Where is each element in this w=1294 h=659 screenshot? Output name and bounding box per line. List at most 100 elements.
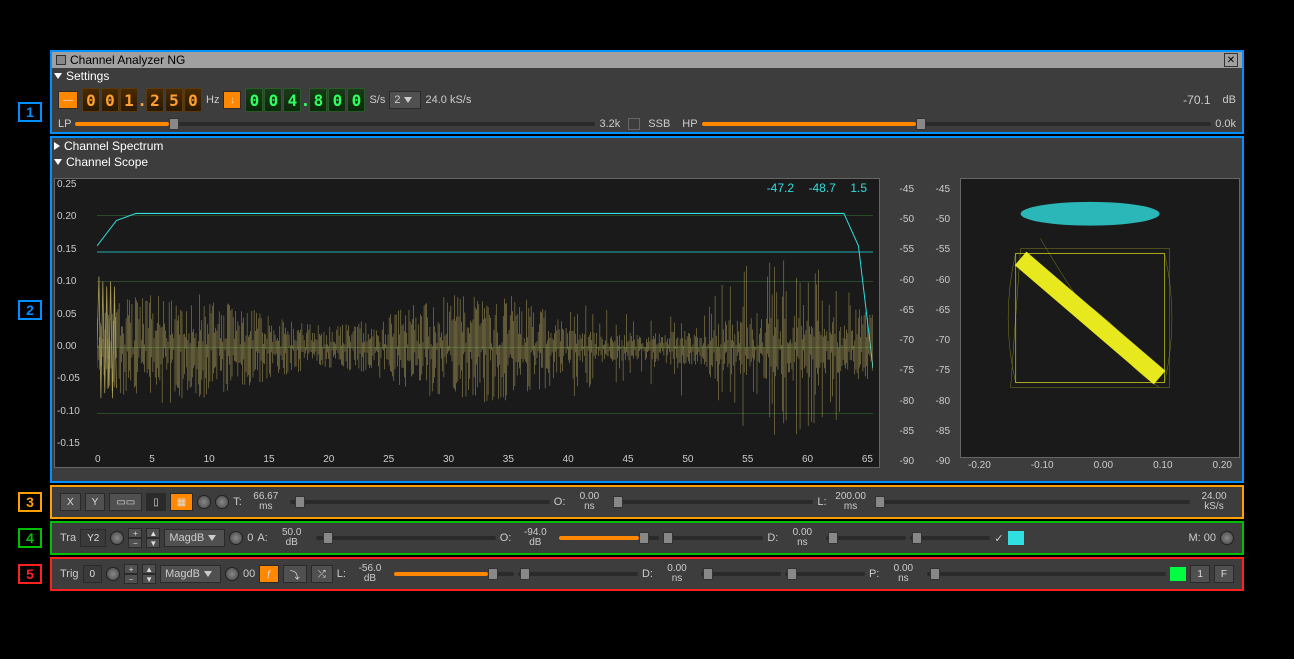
trace-delay-fine[interactable] [910,536,990,540]
display-mode-1[interactable]: ▭▭ [109,493,142,511]
trig-delay-coarse[interactable] [701,572,781,576]
trace-offset-label: O: [500,532,512,544]
trig-delay-fine[interactable] [785,572,865,576]
trace-delay-value: 0.00ns [782,528,822,548]
trig-level-coarse[interactable] [394,572,514,576]
trig-label: Trig [60,568,79,580]
section-label-3: 3 [18,492,42,512]
offset-slider[interactable] [613,500,813,504]
edge-falling-icon[interactable]: ⤵ [283,565,307,583]
y-button[interactable]: Y [85,493,106,511]
offset-value: 0.00ns [569,492,609,512]
trace-mode-select[interactable]: MagdB [164,529,225,547]
trace-offset-value: -94.0dB [515,528,555,548]
xy-x-axis: -0.20-0.100.00 0.100.20 [960,458,1240,473]
trig-pre-slider[interactable] [927,572,1166,576]
power-toggle[interactable]: — [58,91,78,109]
edge-rising-icon[interactable]: ƒ [259,565,279,583]
length-slider[interactable] [875,500,1190,504]
hp-value: 0.0k [1215,118,1236,130]
trace-delay-label: D: [767,532,778,544]
trace-label: Tra [60,532,76,544]
trace-color-swatch[interactable] [1008,531,1024,545]
trace-y2-button[interactable]: Y2 [80,529,106,547]
trig-index-button[interactable]: 0 [83,565,103,583]
trace-index: 0 [247,532,253,544]
display-mode-2[interactable]: ▯ [146,493,166,511]
xy-plot[interactable] [960,178,1240,458]
length-value: 200.00ms [831,492,871,512]
time-value: 66.67ms [246,492,286,512]
close-icon[interactable]: ✕ [1224,53,1238,67]
rate-display[interactable]: 0 0 4 . 8 0 0 [245,88,365,112]
settings-header[interactable]: Settings [52,68,1242,84]
time-label: T: [233,496,242,508]
trig-pre-value: 0.00ns [883,564,923,584]
trig-knob[interactable] [225,567,239,581]
window-title: Channel Analyzer NG [70,53,185,67]
db-scale-2: -45-50-55 -60-65-70 -75-80-85 -90 [924,178,952,473]
trig-add-remove[interactable]: +− [124,564,138,584]
amp-value: 50.0dB [272,528,312,548]
power-unit: dB [1223,94,1236,106]
trig-level-label: L: [337,568,346,580]
decimation-select[interactable]: 2 [389,91,421,109]
lp-slider[interactable] [75,122,595,126]
trig-select-knob[interactable] [106,567,120,581]
memory-label: M: 00 [1188,532,1216,544]
trig-color-swatch[interactable] [1170,567,1186,581]
lp-label: LP [58,118,71,130]
x-button[interactable]: X [60,493,81,511]
memory-knob[interactable] [1220,531,1234,545]
lp-value: 3.2k [599,118,620,130]
trig-free-button[interactable]: F [1214,565,1234,583]
ssb-label: SSB [648,118,670,130]
trig-delay-label: D: [642,568,653,580]
trace-select-knob[interactable] [110,531,124,545]
hp-label: HP [682,118,697,130]
hp-slider[interactable] [702,122,1212,126]
trace-delay-coarse[interactable] [826,536,906,540]
frequency-display[interactable]: 0 0 1 . 2 5 0 [82,88,202,112]
trig-delay-value: 0.00ns [657,564,697,584]
trace-add-remove[interactable]: +− [128,528,142,548]
ssb-checkbox[interactable] [628,118,640,130]
scope-header[interactable]: Channel Scope [52,154,1242,170]
amp-label: A: [257,532,267,544]
trace-offset-coarse[interactable] [559,536,659,540]
length-label: L: [817,496,826,508]
trig-one-button[interactable]: 1 [1190,565,1210,583]
waveform-plot[interactable]: 0.250.200.15 0.100.050.00 -0.05-0.10-0.1… [54,178,880,468]
y-axis: 0.250.200.15 0.100.050.00 -0.05-0.10-0.1… [57,179,89,449]
actual-rate: 24.0 kS/s [425,94,471,106]
offset-label: O: [554,496,566,508]
sample-rate: 24.00kS/s [1194,492,1234,512]
window-title-bar: Channel Analyzer NG ✕ [52,52,1242,68]
trig-level-fine[interactable] [518,572,638,576]
edge-both-icon[interactable]: ⤮ [311,565,333,583]
section-label-2: 2 [18,300,42,320]
scope-overlay: -47.2 -48.7 1.5 [767,181,867,195]
section-label-5: 5 [18,564,42,584]
trig-mode-select[interactable]: MagdB [160,565,221,583]
trace-move[interactable]: ▲▼ [146,528,160,548]
trig-pre-label: P: [869,568,879,580]
amp-slider[interactable] [316,536,496,540]
trace-offset-fine[interactable] [663,536,763,540]
freq-unit: Hz [206,94,219,106]
trig-move[interactable]: ▲▼ [142,564,156,584]
trace-knob[interactable] [229,531,243,545]
x-axis: 0510 152025 303540 455055 6065 [95,454,873,465]
trig-level-value: -56.0dB [350,564,390,584]
rate-lock-toggle[interactable]: ↓ [223,91,241,109]
time-slider[interactable] [290,500,550,504]
trig-count: 00 [243,568,255,580]
db-scale-1: -45-50-55 -60-65-70 -75-80-85 -90 [888,178,916,473]
power-value: -70.1 [1183,93,1210,107]
display-mode-3[interactable]: ▦ [170,493,193,511]
spectrum-header[interactable]: Channel Spectrum [52,138,1242,154]
trace-visible-check[interactable]: ✓ [994,532,1003,545]
intensity-knob-2[interactable] [215,495,229,509]
section-label-4: 4 [18,528,42,548]
intensity-knob-1[interactable] [197,495,211,509]
